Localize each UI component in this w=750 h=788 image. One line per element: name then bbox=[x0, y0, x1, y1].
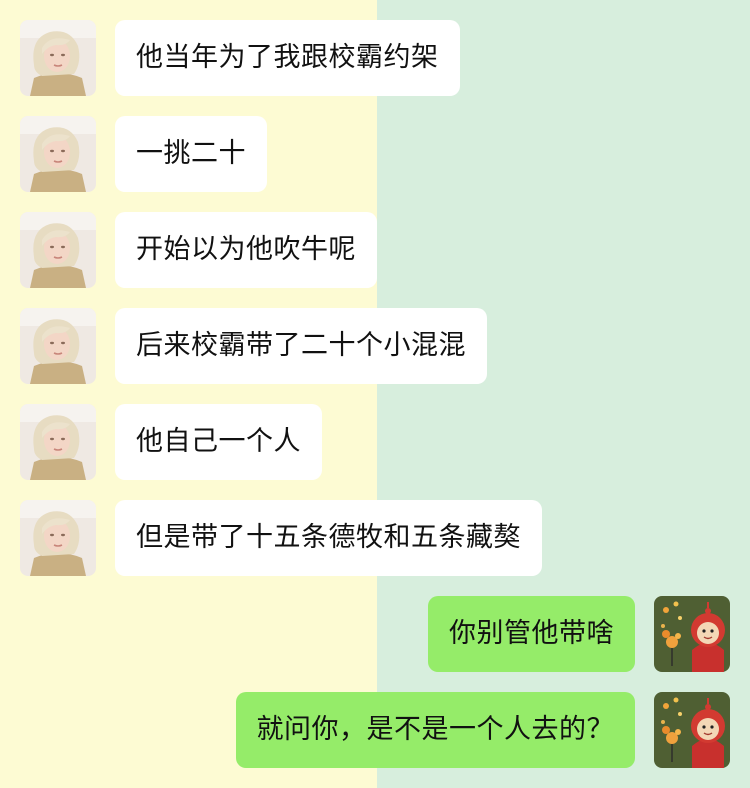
message-bubble-incoming[interactable]: 但是带了十五条德牧和五条藏獒 bbox=[115, 500, 542, 576]
message-bubble-outgoing[interactable]: 你别管他带啥 bbox=[428, 596, 635, 672]
contact-avatar[interactable] bbox=[20, 20, 96, 96]
blonde-woman-avatar-icon bbox=[20, 212, 96, 288]
message-bubble-incoming[interactable]: 后来校霸带了二十个小混混 bbox=[115, 308, 487, 384]
message-bubble-incoming[interactable]: 他自己一个人 bbox=[115, 404, 322, 480]
contact-avatar[interactable] bbox=[20, 212, 96, 288]
blonde-woman-avatar-icon bbox=[20, 20, 96, 96]
self-avatar[interactable] bbox=[654, 596, 730, 672]
blonde-woman-avatar-icon bbox=[20, 404, 96, 480]
contact-avatar[interactable] bbox=[20, 404, 96, 480]
message-bubble-incoming[interactable]: 他当年为了我跟校霸约架 bbox=[115, 20, 460, 96]
message-bubble-incoming[interactable]: 开始以为他吹牛呢 bbox=[115, 212, 377, 288]
blonde-woman-avatar-icon bbox=[20, 116, 96, 192]
teletubby-cartoon-avatar-icon bbox=[654, 596, 730, 672]
self-avatar[interactable] bbox=[654, 692, 730, 768]
message-bubble-outgoing[interactable]: 就问你，是不是一个人去的？ bbox=[235, 692, 635, 768]
contact-avatar[interactable] bbox=[20, 308, 96, 384]
contact-avatar[interactable] bbox=[20, 116, 96, 192]
teletubby-cartoon-avatar-icon bbox=[654, 692, 730, 768]
blonde-woman-avatar-icon bbox=[20, 500, 96, 576]
contact-avatar[interactable] bbox=[20, 500, 96, 576]
message-bubble-incoming[interactable]: 一挑二十 bbox=[115, 116, 267, 192]
blonde-woman-avatar-icon bbox=[20, 308, 96, 384]
